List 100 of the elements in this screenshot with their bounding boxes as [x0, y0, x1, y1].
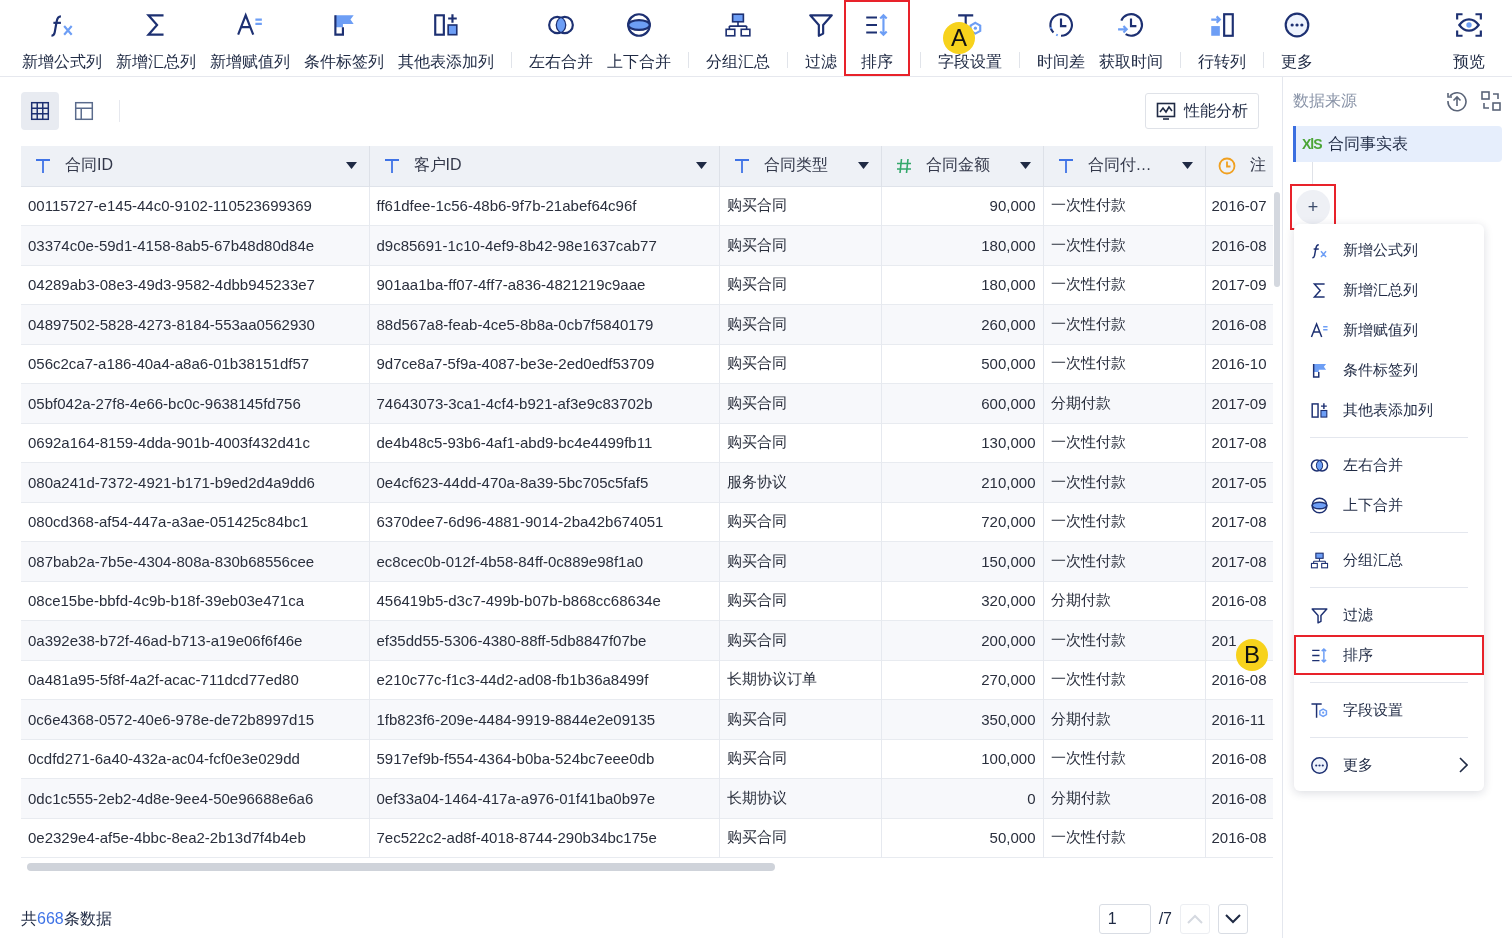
table-cell: 一次性付款	[1043, 660, 1205, 700]
menu-item[interactable]: 新增汇总列	[1294, 270, 1484, 310]
table-cell: 0e2329e4-af5e-4bbc-8ea2-2b13d7f4b4eb	[21, 818, 369, 858]
table-cell: 0692a164-8159-4dda-901b-4003f432d41c	[21, 423, 369, 463]
table-cell: 056c2ca7-a186-40a4-a8a6-01b38151df57	[21, 344, 369, 384]
layout-view-icon	[72, 99, 96, 123]
table-cell: 2016-08	[1205, 818, 1273, 858]
toolbar-button[interactable]: 分组汇总	[699, 0, 777, 76]
table-cell: 00115727-e145-44c0-9102-110523699369	[21, 186, 369, 226]
toolbar-button[interactable]: 新增公式列	[15, 0, 109, 76]
column-title[interactable]: 合同付…	[1087, 155, 1152, 177]
toolbar-button[interactable]: 过滤	[798, 0, 844, 76]
history-icon[interactable]	[1446, 90, 1468, 112]
table-cell: 购买合同	[719, 699, 881, 739]
column-plus-icon	[1310, 400, 1329, 420]
column-title[interactable]: 合同类型	[763, 155, 828, 177]
more-icon	[1310, 755, 1329, 775]
table-cell: 分期付款	[1043, 699, 1205, 739]
dropdown-caret-icon[interactable]	[857, 161, 869, 170]
column-title[interactable]: 客户ID	[413, 155, 462, 177]
more-icon	[1283, 11, 1311, 39]
text-type-icon	[383, 157, 400, 174]
table-cell: 购买合同	[719, 818, 881, 858]
table-cell: 100,000	[881, 739, 1043, 779]
table-cell: 一次性付款	[1043, 225, 1205, 265]
table-cell: 0	[881, 778, 1043, 818]
table-cell: 购买合同	[719, 620, 881, 660]
menu-item[interactable]: 上下合并	[1294, 485, 1484, 525]
view-toggle[interactable]	[21, 92, 59, 130]
performance-button[interactable]: 性能分析	[1145, 93, 1259, 129]
menu-item[interactable]: 排序	[1294, 635, 1484, 675]
toolbar-button[interactable]: 新增赋值列	[203, 0, 297, 76]
table-cell: 600,000	[881, 383, 1043, 423]
toolbar-button[interactable]: 左右合并	[522, 0, 600, 76]
column-title[interactable]: 注	[1249, 155, 1266, 177]
toolbar-button[interactable]: 获取时间	[1092, 0, 1170, 76]
eye-icon	[1455, 11, 1483, 39]
dropdown-caret-icon[interactable]	[1181, 161, 1193, 170]
add-button[interactable]: +	[1296, 190, 1330, 224]
table-cell: 购买合同	[719, 502, 881, 542]
toolbar-button[interactable]: 其他表添加列	[391, 0, 501, 76]
file-type-label: XlS	[1302, 136, 1322, 152]
table-cell: 购买合同	[719, 344, 881, 384]
toolbar-button[interactable]: 排序	[844, 0, 910, 76]
table-cell: 200,000	[881, 620, 1043, 660]
toolbar-button[interactable]: 条件标签列	[297, 0, 391, 76]
clock-arrow-icon	[1117, 11, 1145, 39]
menu-item[interactable]: 条件标签列	[1294, 350, 1484, 390]
table-cell: 88d567a8-feab-4ce5-8b8a-0cb7f5840179	[369, 304, 719, 344]
menu-item[interactable]: 左右合并	[1294, 445, 1484, 485]
table-cell: 720,000	[881, 502, 1043, 542]
scrollbar-thumb[interactable]	[27, 863, 775, 871]
table-cell: 2017-08	[1205, 423, 1273, 463]
table-cell: 350,000	[881, 699, 1043, 739]
toolbar-button[interactable]: 新增汇总列	[109, 0, 203, 76]
menu-item[interactable]: 其他表添加列	[1294, 390, 1484, 430]
table-cell: 购买合同	[719, 581, 881, 621]
table-cell: 080cd368-af54-447a-a3ae-051425c84bc1	[21, 502, 369, 542]
dropdown-caret-icon[interactable]	[345, 161, 357, 170]
table-cell: 一次性付款	[1043, 541, 1205, 581]
table-cell: 一次性付款	[1043, 304, 1205, 344]
table-cell: 2017-08	[1205, 541, 1273, 581]
menu-item[interactable]: 新增公式列	[1294, 230, 1484, 270]
menu-item[interactable]: 更多	[1294, 745, 1484, 785]
table-cell: 一次性付款	[1043, 620, 1205, 660]
table-cell: 901aa1ba-ff07-4ff7-a836-4821219c9aae	[369, 265, 719, 305]
table-cell: 6370dee7-6d96-4881-9014-2ba42b674051	[369, 502, 719, 542]
column-plus-icon	[432, 11, 460, 39]
preview-button[interactable]: 预览	[1446, 0, 1492, 76]
table-cell: 04897502-5828-4273-8184-553aa0562930	[21, 304, 369, 344]
table-cell: 210,000	[881, 462, 1043, 502]
text-type-icon	[35, 157, 51, 174]
menu-item[interactable]: 字段设置	[1294, 690, 1484, 730]
data-source-item[interactable]: XlS 合同事实表	[1293, 126, 1502, 162]
table-cell: 一次性付款	[1043, 344, 1205, 384]
dropdown-caret-icon[interactable]	[1019, 161, 1031, 170]
hierarchy-icon	[1310, 550, 1329, 570]
table-cell: 087bab2a-7b5e-4304-808a-830b68556cee	[21, 541, 369, 581]
scrollbar-thumb[interactable]	[1274, 192, 1280, 287]
toolbar-button[interactable]: 更多	[1274, 0, 1320, 76]
dropdown-caret-icon[interactable]	[695, 161, 707, 170]
source-name: 合同事实表	[1327, 133, 1408, 154]
column-title[interactable]: 合同ID	[65, 155, 113, 177]
table-cell: de4b48c5-93b6-4af1-abd9-bc4e4499fb11	[369, 423, 719, 463]
page-input[interactable]: 1	[1098, 904, 1151, 934]
table-cell: 购买合同	[719, 186, 881, 226]
table-cell: 270,000	[881, 660, 1043, 700]
next-page-button[interactable]	[1218, 904, 1248, 934]
menu-item[interactable]: 过滤	[1294, 595, 1484, 635]
swap-layout-icon[interactable]	[1480, 90, 1502, 112]
table-cell: 2017-09	[1205, 383, 1273, 423]
menu-item[interactable]: 分组汇总	[1294, 540, 1484, 580]
column-title[interactable]: 合同金额	[925, 155, 990, 177]
table-cell: e210c77c-f1c3-44d2-ad08-fb1b36a8499f	[369, 660, 719, 700]
table-cell: 购买合同	[719, 383, 881, 423]
hierarchy-icon	[724, 11, 752, 39]
toolbar-button[interactable]: 时间差	[1030, 0, 1092, 76]
toolbar-button[interactable]: 行转列	[1191, 0, 1253, 76]
toolbar-button[interactable]: 上下合并	[600, 0, 678, 76]
menu-item[interactable]: 新增赋值列	[1294, 310, 1484, 350]
